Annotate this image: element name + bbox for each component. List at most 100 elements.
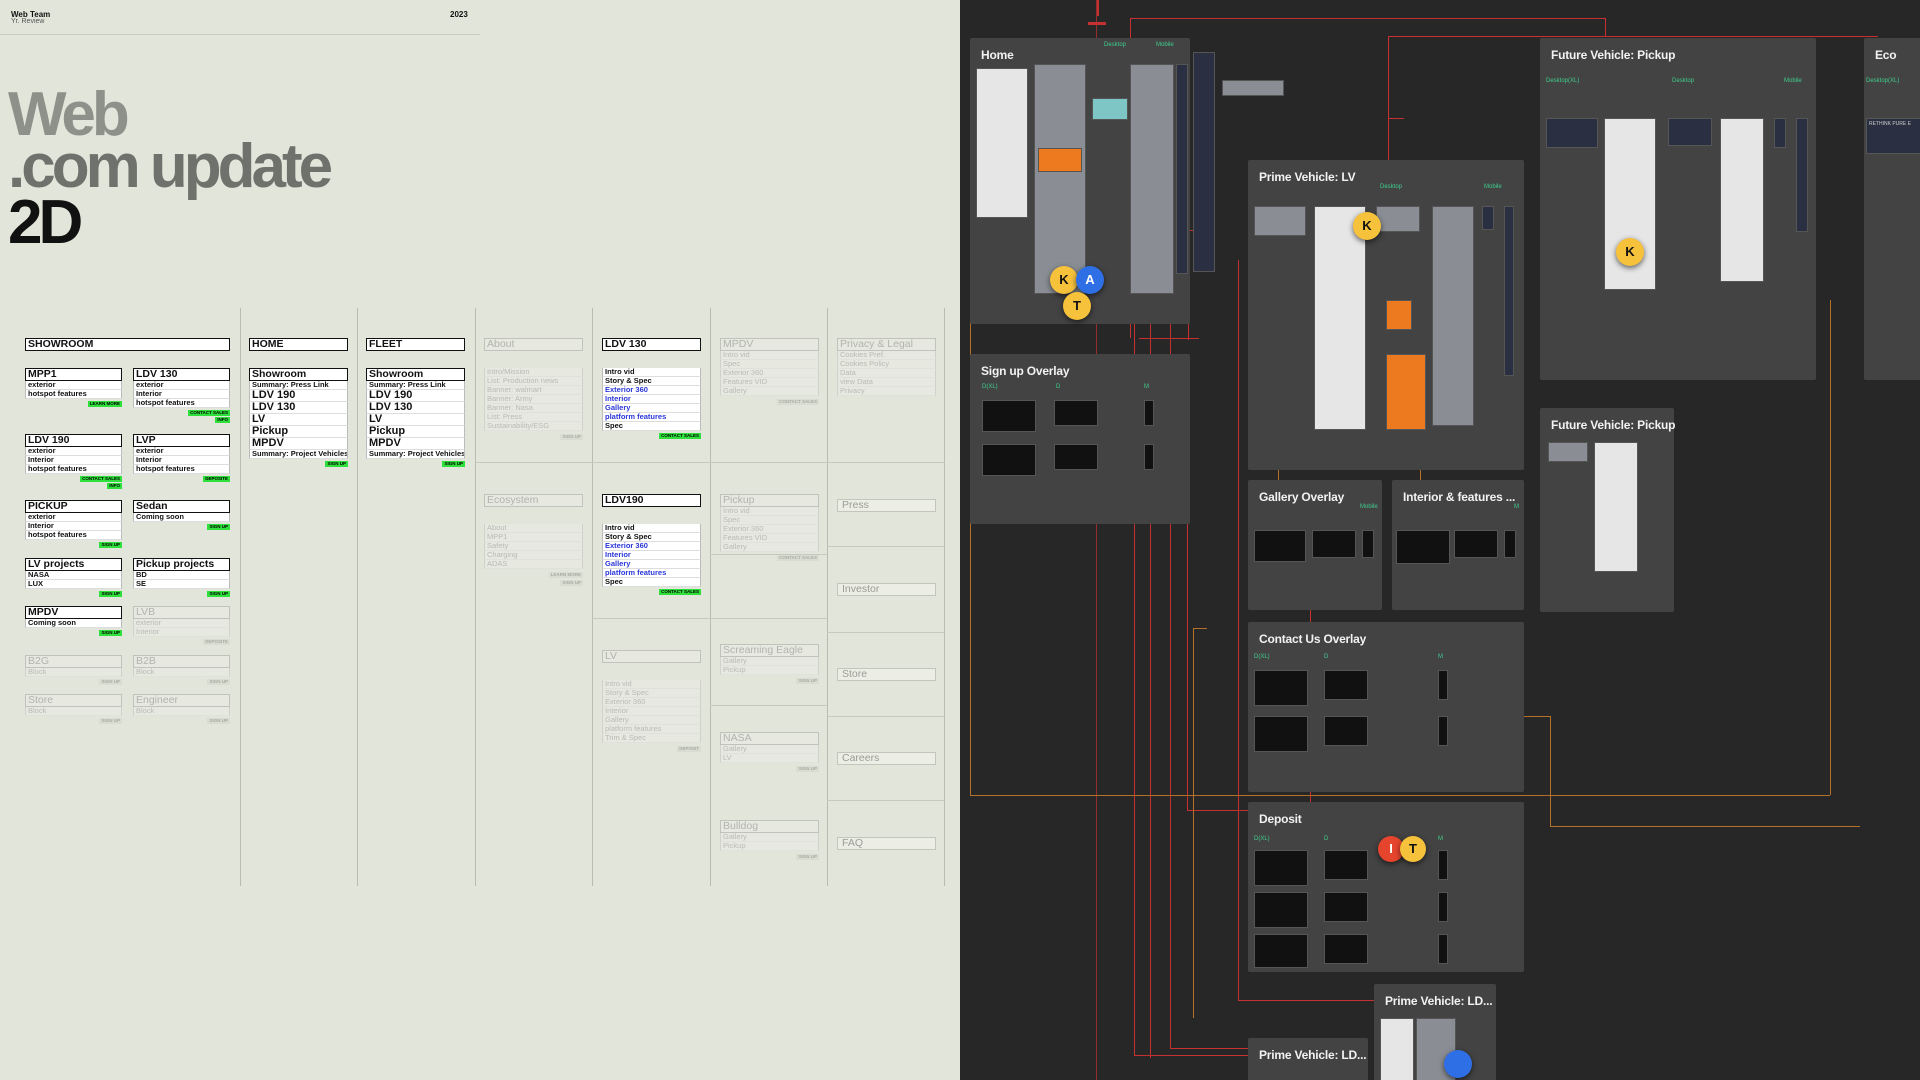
showroom-vehicle-card[interactable]: LDV 130 exterior Interior hotspot features C… xyxy=(133,368,230,423)
collaborator-avatar[interactable] xyxy=(1444,1050,1472,1078)
page-thumbnail[interactable] xyxy=(1324,850,1368,880)
signup-tag[interactable]: SIGN UP xyxy=(560,580,583,586)
page-thumbnail[interactable] xyxy=(1438,850,1448,880)
page-thumbnail[interactable] xyxy=(1546,118,1598,148)
design-canvas[interactable]: Home Desktop Mobile K A T Sign up Overla… xyxy=(960,0,1920,1080)
collaborator-avatar[interactable]: K xyxy=(1353,212,1381,240)
page-thumbnail[interactable] xyxy=(976,68,1028,218)
showroom-vehicle-card[interactable]: LDV 190 exterior Interior hotspot features C… xyxy=(25,434,122,489)
showroom-vehicle-card[interactable]: LVP exterior Interior hotspot features DEPOS… xyxy=(133,434,230,482)
frame-future-vehicle-pickup[interactable]: Future Vehicle: Pickup Desktop(XL) Deskt… xyxy=(1540,38,1816,380)
fleet-heading-card[interactable]: FLEET xyxy=(366,338,465,351)
page-thumbnail[interactable] xyxy=(1254,716,1308,752)
page-thumbnail[interactable] xyxy=(1720,118,1764,282)
home-heading-card[interactable]: HOME xyxy=(249,338,348,351)
note-sticky[interactable] xyxy=(1386,300,1412,330)
showroom-vehicle-card[interactable]: LVB exterior Interior DEPOSITE xyxy=(133,606,230,645)
signup-tag[interactable]: SIGN UP xyxy=(796,678,819,684)
collaborator-avatar[interactable]: T xyxy=(1063,292,1091,320)
page-thumbnail[interactable] xyxy=(1504,206,1514,376)
showroom-vehicle-card[interactable]: B2G Block SIGN UP xyxy=(25,655,122,685)
about-page-card[interactable]: Intro/Mission List: Production news Bann… xyxy=(484,368,583,440)
page-thumbnail[interactable]: RETHINK PURE E xyxy=(1866,118,1920,154)
cta-tag[interactable]: CONTACT SALES xyxy=(188,410,230,416)
page-thumbnail[interactable] xyxy=(1482,206,1494,230)
showroom-heading-card[interactable]: SHOWROOM xyxy=(25,338,230,351)
page-thumbnail[interactable] xyxy=(1324,716,1368,746)
about-heading-card[interactable]: About xyxy=(484,338,583,351)
cta-tag[interactable]: LEARN MORE xyxy=(87,401,122,407)
page-thumbnail[interactable] xyxy=(1254,934,1308,968)
pickup-card[interactable]: Pickup Intro vid Spec Exterior 360 Featu… xyxy=(720,494,819,561)
frame-future-vehicle-pickup-2[interactable]: Future Vehicle: Pickup xyxy=(1540,408,1676,612)
signup-tag[interactable]: SIGN UP xyxy=(796,854,819,860)
cta-tag[interactable]: SIGN UP xyxy=(99,679,122,685)
showroom-vehicle-card[interactable]: Engineer Block SIGN UP xyxy=(133,694,230,724)
collaborator-avatar[interactable]: K xyxy=(1616,238,1644,266)
page-thumbnail[interactable] xyxy=(982,400,1036,432)
page-thumbnail[interactable] xyxy=(1438,670,1448,700)
signup-tag[interactable]: SIGN UP xyxy=(325,461,348,467)
info-tag[interactable]: INFO xyxy=(107,483,122,489)
cta-tag[interactable]: SIGN UP xyxy=(207,718,230,724)
contact-sales-tag[interactable]: CONTACT SALES xyxy=(777,399,819,405)
frame-deposit[interactable]: Deposit D(XL) D M xyxy=(1248,802,1524,972)
frame-eco[interactable]: Eco Desktop(XL) RETHINK PURE E xyxy=(1864,38,1920,380)
page-thumbnail[interactable] xyxy=(1254,670,1308,706)
home-page-card[interactable]: Showroom Summary: Press Link LDV 190 LDV… xyxy=(249,368,348,467)
cta-tag[interactable]: SIGN UP xyxy=(99,630,122,636)
ldv130-page-card[interactable]: Intro vid Story & Spec Exterior 360 Inte… xyxy=(602,368,701,439)
ldv190-heading-card[interactable]: LDV190 xyxy=(602,494,701,507)
cta-tag[interactable]: SIGN UP xyxy=(99,542,122,548)
page-thumbnail[interactable] xyxy=(1438,892,1448,922)
contact-sales-tag[interactable]: CONTACT SALES xyxy=(659,589,701,595)
cta-tag[interactable]: SIGN UP xyxy=(207,524,230,530)
page-thumbnail[interactable] xyxy=(1548,442,1588,462)
frame-interior-features[interactable]: Interior & features ... M xyxy=(1392,480,1524,610)
bulldog-card[interactable]: Bulldog Gallery Pickup SIGN UP xyxy=(720,820,819,860)
cta-tag[interactable]: CONTACT SALES xyxy=(80,476,122,482)
signup-tag[interactable]: SIGN UP xyxy=(442,461,465,467)
contact-sales-tag[interactable]: CONTACT SALES xyxy=(777,555,819,561)
ldv190-page-card[interactable]: Intro vid Story & Spec Exterior 360 Inte… xyxy=(602,524,701,595)
frame-signup-overlay[interactable]: Sign up Overlay D(XL) D M xyxy=(970,354,1190,524)
ecosystem-heading-card[interactable]: Ecosystem xyxy=(484,494,583,507)
investor-link[interactable]: Investor xyxy=(837,583,936,596)
faq-link[interactable]: FAQ xyxy=(837,837,936,850)
page-thumbnail[interactable] xyxy=(1054,444,1098,470)
collaborator-avatar[interactable]: A xyxy=(1076,266,1104,294)
showroom-vehicle-card[interactable]: Pickup projects BD SE SIGN UP xyxy=(133,558,230,597)
page-thumbnail[interactable] xyxy=(1254,530,1306,562)
frame-prime-vehicle-ld[interactable]: Prime Vehicle: LD... xyxy=(1374,984,1496,1080)
frame-prime-vehicle-ld-2[interactable]: Prime Vehicle: LD... xyxy=(1248,1038,1368,1080)
showroom-vehicle-card[interactable]: MPDV Coming soon SIGN UP xyxy=(25,606,122,636)
contact-sales-tag[interactable]: CONTACT SALES xyxy=(659,433,701,439)
signup-tag[interactable]: SIGN UP xyxy=(796,766,819,772)
privacy-legal-card[interactable]: Privacy & Legal Cookies Pref. Cookies Po… xyxy=(837,338,936,396)
page-thumbnail[interactable] xyxy=(1144,400,1154,426)
page-thumbnail[interactable] xyxy=(982,444,1036,476)
collaborator-avatar[interactable]: K xyxy=(1050,266,1078,294)
frame-prime-vehicle-lv[interactable]: Prime Vehicle: LV Desktop Mobile xyxy=(1248,160,1524,470)
page-thumbnail[interactable] xyxy=(1193,52,1215,272)
page-thumbnail[interactable] xyxy=(1254,850,1308,886)
page-thumbnail[interactable] xyxy=(1038,148,1082,172)
store-link[interactable]: Store xyxy=(837,668,936,681)
showroom-vehicle-card[interactable]: Store Block SIGN UP xyxy=(25,694,122,724)
lv-heading-card[interactable]: LV xyxy=(602,650,701,663)
collaborator-avatar[interactable]: T xyxy=(1400,836,1426,862)
frame-gallery-overlay[interactable]: Gallery Overlay Mobile xyxy=(1248,480,1382,610)
page-thumbnail[interactable] xyxy=(1438,934,1448,964)
nasa-card[interactable]: NASA Gallery LV SIGN UP xyxy=(720,732,819,772)
ldv130-heading-card[interactable]: LDV 130 xyxy=(602,338,701,351)
frame-contact-overlay[interactable]: Contact Us Overlay D(XL) D M xyxy=(1248,622,1524,792)
page-thumbnail[interactable] xyxy=(1796,118,1808,232)
deposit-tag[interactable]: DEPOSIT xyxy=(677,746,701,752)
ecosystem-page-card[interactable]: About MPP1 Safety Charging ADAS LEARN MO… xyxy=(484,524,583,586)
careers-link[interactable]: Careers xyxy=(837,752,936,765)
page-thumbnail[interactable] xyxy=(1396,530,1450,564)
info-tag[interactable]: INFO xyxy=(215,417,230,423)
showroom-vehicle-card[interactable]: MPP1 exterior hotspot features LEARN MORE xyxy=(25,368,122,407)
page-thumbnail[interactable] xyxy=(1176,64,1188,274)
note-sticky[interactable] xyxy=(1092,98,1128,120)
